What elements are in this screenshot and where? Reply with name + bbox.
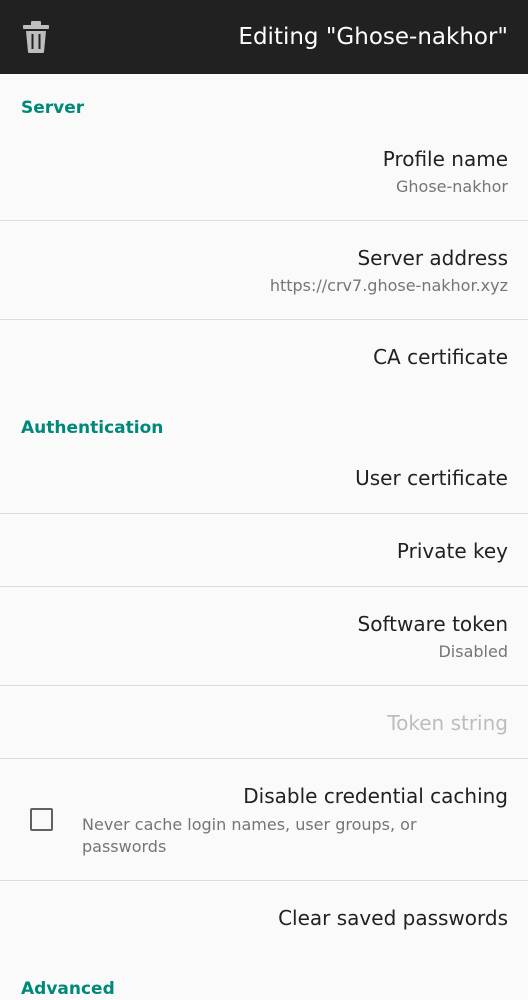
- pref-title: Clear saved passwords: [278, 906, 508, 930]
- pref-ca-certificate[interactable]: CA certificate: [0, 320, 528, 392]
- pref-clear-saved-passwords[interactable]: Clear saved passwords: [0, 881, 528, 953]
- section-header-authentication: Authentication: [21, 418, 164, 438]
- pref-summary: https://crv7.ghose-nakhor.xyz: [269, 276, 508, 295]
- pref-title: Software token: [357, 612, 508, 636]
- pref-token-string: Token string: [0, 686, 528, 758]
- section-header-advanced: Advanced: [21, 979, 115, 999]
- pref-profile-name[interactable]: Profile name Ghose-nakhor: [0, 126, 528, 220]
- app-bar: Editing "Ghose-nakhor": [0, 0, 528, 74]
- pref-title: Private key: [396, 539, 508, 563]
- page-title: Editing "Ghose-nakhor": [238, 24, 508, 50]
- pref-server-address[interactable]: Server address https://crv7.ghose-nakhor…: [0, 221, 528, 319]
- pref-summary: Never cache login names, user groups, or…: [82, 815, 417, 856]
- trash-icon[interactable]: [22, 20, 50, 54]
- pref-title: User certificate: [355, 466, 508, 490]
- section-header-server: Server: [21, 98, 85, 118]
- pref-private-key[interactable]: Private key: [0, 514, 528, 586]
- pref-title: Token string: [387, 711, 508, 735]
- pref-disable-credential-caching[interactable]: Disable credential caching Never cache l…: [0, 759, 528, 880]
- pref-user-certificate[interactable]: User certificate: [0, 446, 528, 513]
- pref-summary: Disabled: [438, 642, 508, 661]
- credential-caching-checkbox[interactable]: [30, 808, 53, 831]
- pref-summary: Ghose-nakhor: [396, 177, 508, 196]
- pref-software-token[interactable]: Software token Disabled: [0, 587, 528, 685]
- pref-title: Disable credential caching: [243, 784, 508, 808]
- pref-title: Server address: [357, 246, 508, 270]
- pref-title: Profile name: [382, 147, 508, 171]
- pref-title: CA certificate: [373, 345, 508, 369]
